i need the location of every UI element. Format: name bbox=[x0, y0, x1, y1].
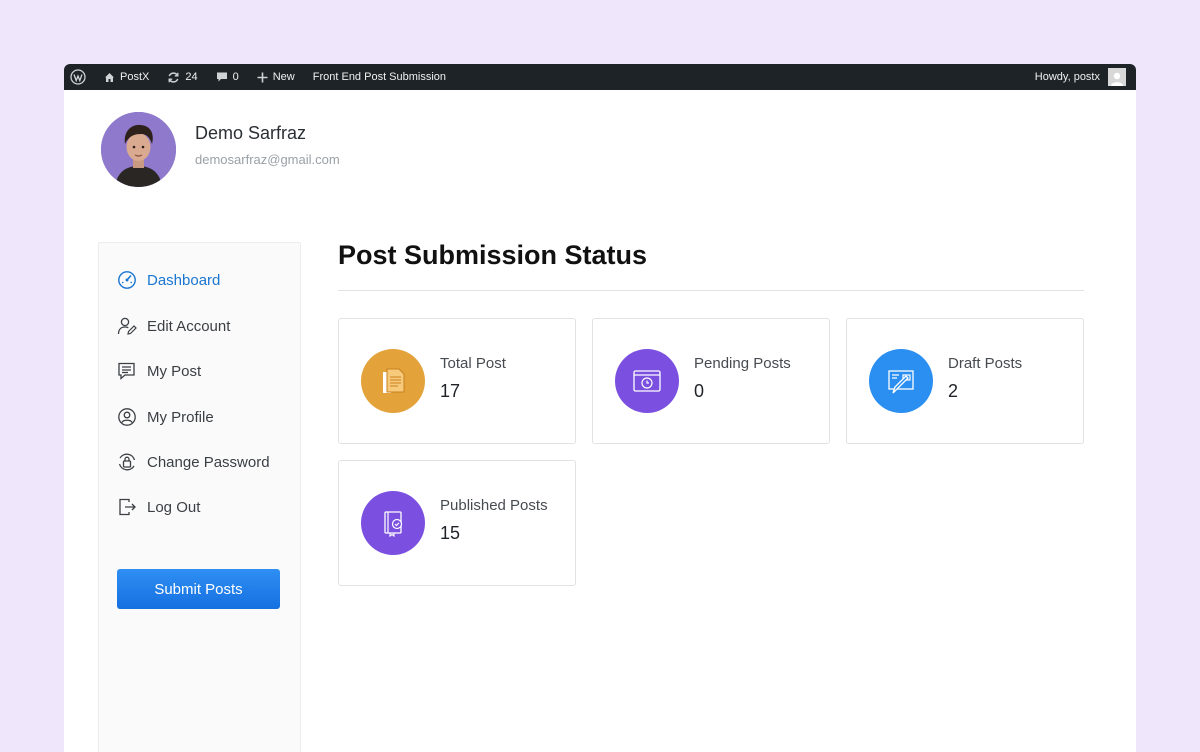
page-title: Post Submission Status bbox=[338, 240, 648, 270]
person-silhouette-icon bbox=[1111, 72, 1123, 86]
sidebar-item-label: My Profile bbox=[147, 408, 214, 426]
new-label: New bbox=[272, 71, 295, 83]
updates-count: 24 bbox=[185, 71, 198, 83]
book-check-icon bbox=[384, 511, 403, 538]
site-name: PostX bbox=[120, 71, 150, 83]
sidebar-item-dashboard[interactable]: Dashboard bbox=[117, 270, 220, 290]
wordpress-icon bbox=[70, 69, 86, 85]
card-icon-circle bbox=[869, 349, 933, 413]
card-label: Pending Posts bbox=[694, 354, 791, 372]
dashboard-icon bbox=[118, 271, 136, 289]
profile-email: demosarfraz@gmail.com bbox=[195, 151, 340, 167]
sidebar-item-label: My Post bbox=[147, 362, 202, 380]
profile-name: Demo Sarfraz bbox=[195, 122, 307, 143]
sidebar-item-label: Change Password bbox=[147, 453, 270, 471]
admin-bar: PostX 24 0 New Front End Post Submission bbox=[64, 64, 1136, 90]
card-value: 15 bbox=[440, 522, 461, 543]
home-icon bbox=[105, 72, 114, 82]
card-value: 17 bbox=[440, 380, 461, 401]
profile-header: Demo Sarfraz demosarfraz@gmail.com bbox=[101, 112, 340, 187]
greeting: Howdy, postx bbox=[1034, 71, 1100, 83]
site-name-link[interactable]: PostX bbox=[104, 71, 149, 83]
sidebar-item-my-post[interactable]: My Post bbox=[117, 361, 201, 381]
comments-count: 0 bbox=[232, 71, 239, 83]
card-icon-circle bbox=[615, 349, 679, 413]
profile-icon bbox=[118, 408, 136, 426]
card-label: Published Posts bbox=[440, 496, 548, 514]
plus-icon bbox=[257, 72, 268, 82]
sidebar-item-my-profile[interactable]: My Profile bbox=[117, 407, 214, 427]
card-value: 2 bbox=[948, 380, 959, 401]
page-label: Front End Post Submission bbox=[312, 71, 447, 83]
logout-icon bbox=[119, 498, 136, 516]
comment-icon bbox=[216, 72, 227, 82]
person-photo-icon bbox=[101, 112, 176, 187]
stat-card-pending: Pending Posts 0 bbox=[592, 318, 830, 444]
stat-card-total: Total Post 17 bbox=[338, 318, 576, 444]
browser-window: PostX 24 0 New Front End Post Submission bbox=[64, 64, 1136, 752]
page-title-link[interactable]: Front End Post Submission bbox=[313, 71, 446, 83]
sidebar-item-label: Dashboard bbox=[147, 271, 221, 289]
card-label: Total Post bbox=[440, 354, 506, 372]
user-edit-icon bbox=[117, 317, 137, 335]
sidebar: Dashboard Edit Account My Post My Profil… bbox=[98, 242, 301, 752]
sidebar-item-edit-account[interactable]: Edit Account bbox=[117, 316, 230, 336]
wordpress-logo-button[interactable] bbox=[70, 69, 86, 85]
comments-link[interactable]: 0 bbox=[216, 71, 239, 83]
stat-card-published: Published Posts 15 bbox=[338, 460, 576, 586]
card-value: 0 bbox=[694, 380, 705, 401]
profile-avatar bbox=[101, 112, 176, 187]
lock-icon bbox=[118, 453, 136, 471]
card-label: Draft Posts bbox=[948, 354, 1023, 372]
sidebar-item-label: Edit Account bbox=[147, 317, 231, 335]
user-avatar-small bbox=[1108, 68, 1126, 86]
sidebar-item-label: Log Out bbox=[147, 498, 201, 516]
submit-posts-button[interactable]: Submit Posts bbox=[117, 569, 280, 609]
post-icon bbox=[118, 362, 135, 380]
browser-clock-icon bbox=[633, 370, 661, 392]
refresh-icon bbox=[168, 71, 179, 83]
account-menu[interactable]: Howdy, postx bbox=[1035, 68, 1126, 86]
card-icon-circle bbox=[361, 491, 425, 555]
new-content-link[interactable]: New bbox=[257, 71, 295, 83]
stat-card-draft: Draft Posts 2 bbox=[846, 318, 1084, 444]
document-icon bbox=[383, 368, 405, 393]
title-divider bbox=[338, 290, 1084, 291]
updates-link[interactable]: 24 bbox=[167, 71, 198, 84]
sidebar-item-change-password[interactable]: Change Password bbox=[117, 452, 270, 472]
draft-pen-icon bbox=[888, 370, 914, 394]
sidebar-item-log-out[interactable]: Log Out bbox=[117, 497, 200, 517]
card-icon-circle bbox=[361, 349, 425, 413]
